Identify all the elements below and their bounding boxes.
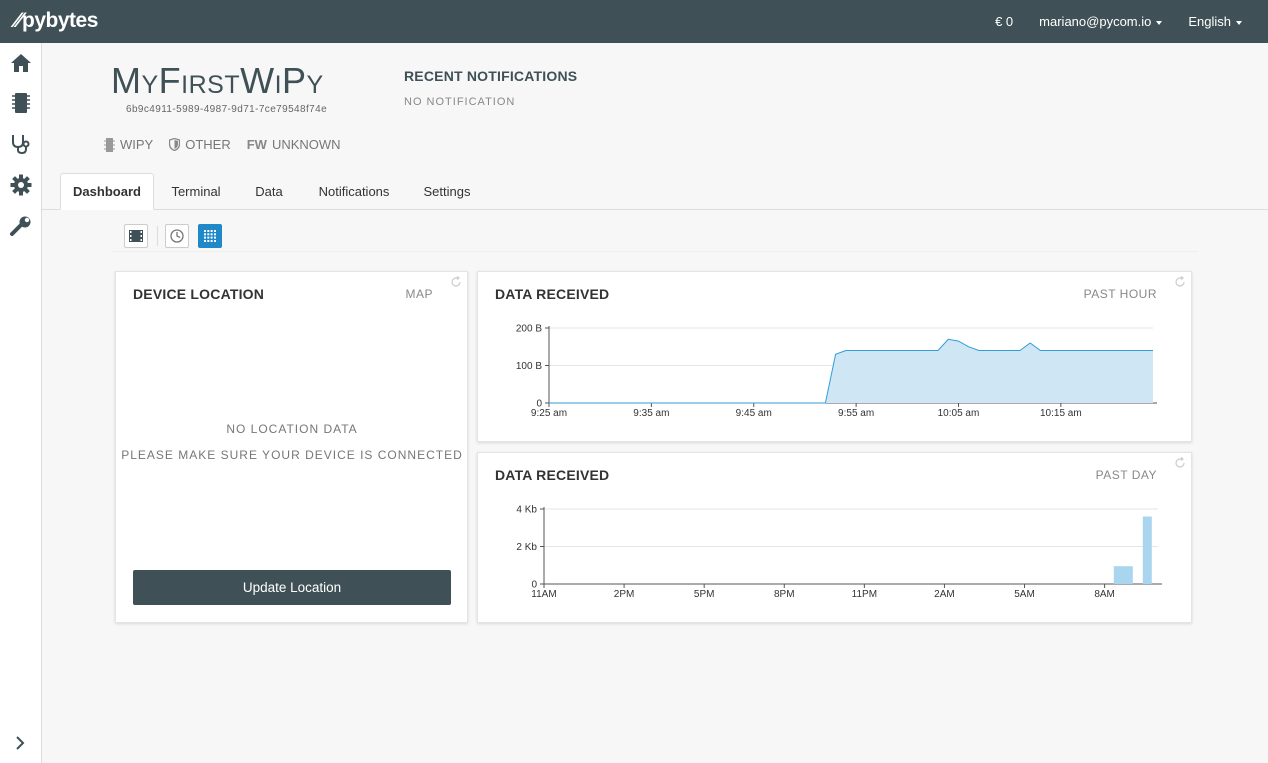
tab-dashboard[interactable]: Dashboard <box>60 173 154 210</box>
stethoscope-icon <box>12 135 30 155</box>
toolbar-divider <box>157 226 158 246</box>
device-chip-icon <box>12 93 30 113</box>
top-navbar: ⁄⁄pybytes € 0 mariano@pycom.io English <box>0 0 1268 43</box>
device-location-title: DEVICE LOCATION <box>133 286 265 302</box>
x-tick-label: 5AM <box>1014 589 1035 600</box>
film-icon <box>129 230 143 242</box>
recent-notifications-title: RECENT NOTIFICATIONS <box>404 68 578 84</box>
balance-indicator[interactable]: € 0 <box>995 14 1013 29</box>
device-id: 6b9c4911-5989-4987-9d71-7ce79548f74e <box>126 104 328 115</box>
shield-icon <box>169 138 181 151</box>
device-board: WIPY <box>104 137 153 152</box>
device-name: MyFirstWiPy <box>111 60 324 101</box>
hour-chart: 0100 B200 B9:25 am 9:35 am 9:45 am 9:55 am 1… <box>516 324 1157 419</box>
home-icon <box>11 54 31 72</box>
clock-icon <box>170 229 184 243</box>
caret-down-icon <box>1156 20 1163 25</box>
chevron-right-icon <box>16 736 25 750</box>
x-tick-label: 8PM <box>774 589 795 600</box>
x-tick-label: 8AM <box>1094 589 1115 600</box>
language-menu[interactable]: English <box>1188 14 1242 29</box>
device-network: OTHER <box>169 137 231 152</box>
x-tick-label: 11PM <box>852 589 877 600</box>
gear-icon <box>10 174 32 196</box>
device-location-card: DEVICE LOCATION MAP NO LOCATION DATA PLE… <box>115 271 468 623</box>
caret-down-icon <box>1236 20 1242 25</box>
y-tick-label: 4 Kb <box>516 505 537 516</box>
x-tick-label: 2PM <box>614 589 635 600</box>
pybytes-logo[interactable]: ⁄⁄pybytes <box>15 9 98 33</box>
bar <box>1142 516 1152 584</box>
refresh-icon[interactable] <box>450 276 462 288</box>
grid-view-button[interactable] <box>198 224 222 248</box>
wrench-icon <box>10 216 31 236</box>
sidebar-item-devices[interactable] <box>9 91 33 115</box>
film-view-button[interactable] <box>124 224 148 248</box>
chip-icon <box>104 137 115 152</box>
device-meta: WIPY OTHER FW UNKNOWN <box>104 137 341 152</box>
tab-terminal[interactable]: Terminal <box>160 173 232 210</box>
x-tick-label: 9:35 am <box>633 408 669 419</box>
y-tick-label: 200 B <box>516 324 542 335</box>
x-tick-label: 10:05 am <box>938 408 980 419</box>
x-tick-label: 9:25 am <box>531 408 567 419</box>
day-chart: 02 Kb4 Kb11AM 2PM 5PM 8PM 11PM 2AM 5AM 8AM <box>516 505 1162 600</box>
language-label: English <box>1188 14 1231 29</box>
logo-text: pybytes <box>22 9 98 32</box>
series-area <box>549 339 1153 403</box>
tab-data[interactable]: Data <box>244 173 294 210</box>
grid-icon <box>204 230 216 242</box>
y-tick-label: 2 Kb <box>516 542 537 553</box>
sidebar-item-settings[interactable] <box>9 173 33 197</box>
sidebar-item-diagnostics[interactable] <box>9 132 33 156</box>
sidebar <box>0 43 42 763</box>
x-tick-label: 2AM <box>934 589 955 600</box>
device-firmware: FW UNKNOWN <box>247 137 341 152</box>
user-menu[interactable]: mariano@pycom.io <box>1039 14 1163 29</box>
update-location-button[interactable]: Update Location <box>133 570 451 605</box>
firmware-value: UNKNOWN <box>271 137 341 152</box>
x-tick-label: 11AM <box>531 589 556 600</box>
device-network-label: OTHER <box>185 137 231 152</box>
tab-settings[interactable]: Settings <box>416 173 478 210</box>
sidebar-item-tools[interactable] <box>9 214 33 238</box>
x-tick-label: 5PM <box>694 589 715 600</box>
user-email: mariano@pycom.io <box>1039 14 1152 29</box>
pycom-mark-icon: ⁄⁄ <box>15 9 22 32</box>
dashboard-toolbar <box>112 222 1198 252</box>
x-tick-label: 9:55 am <box>838 408 874 419</box>
history-view-button[interactable] <box>165 224 189 248</box>
firmware-label: FW <box>246 137 267 152</box>
data-received-day-card: DATA RECEIVED PAST DAY 02 Kb 4 Kb 11AM 2PM 5… <box>477 452 1192 623</box>
bar <box>1113 566 1133 584</box>
device-tabs: Dashboard Terminal Data Notifications Se… <box>42 173 1268 210</box>
connect-device-message: PLEASE MAKE SURE YOUR DEVICE IS CONNECTE… <box>121 448 463 462</box>
device-board-label: WIPY <box>120 137 154 152</box>
no-location-message: NO LOCATION DATA <box>226 422 358 436</box>
sidebar-item-home[interactable] <box>9 51 33 75</box>
y-tick-label: 100 B <box>516 361 542 372</box>
data-received-hour-card: DATA RECEIVED PAST HOUR 0 100 B 200 B 9:25 … <box>477 271 1192 442</box>
sidebar-expand-button[interactable] <box>12 735 28 751</box>
tab-notifications[interactable]: Notifications <box>310 173 398 210</box>
x-tick-label: 9:45 am <box>736 408 772 419</box>
notifications-empty: NO NOTIFICATION <box>404 96 516 108</box>
x-tick-label: 10:15 am <box>1040 408 1082 419</box>
location-map-tag: MAP <box>405 287 433 301</box>
